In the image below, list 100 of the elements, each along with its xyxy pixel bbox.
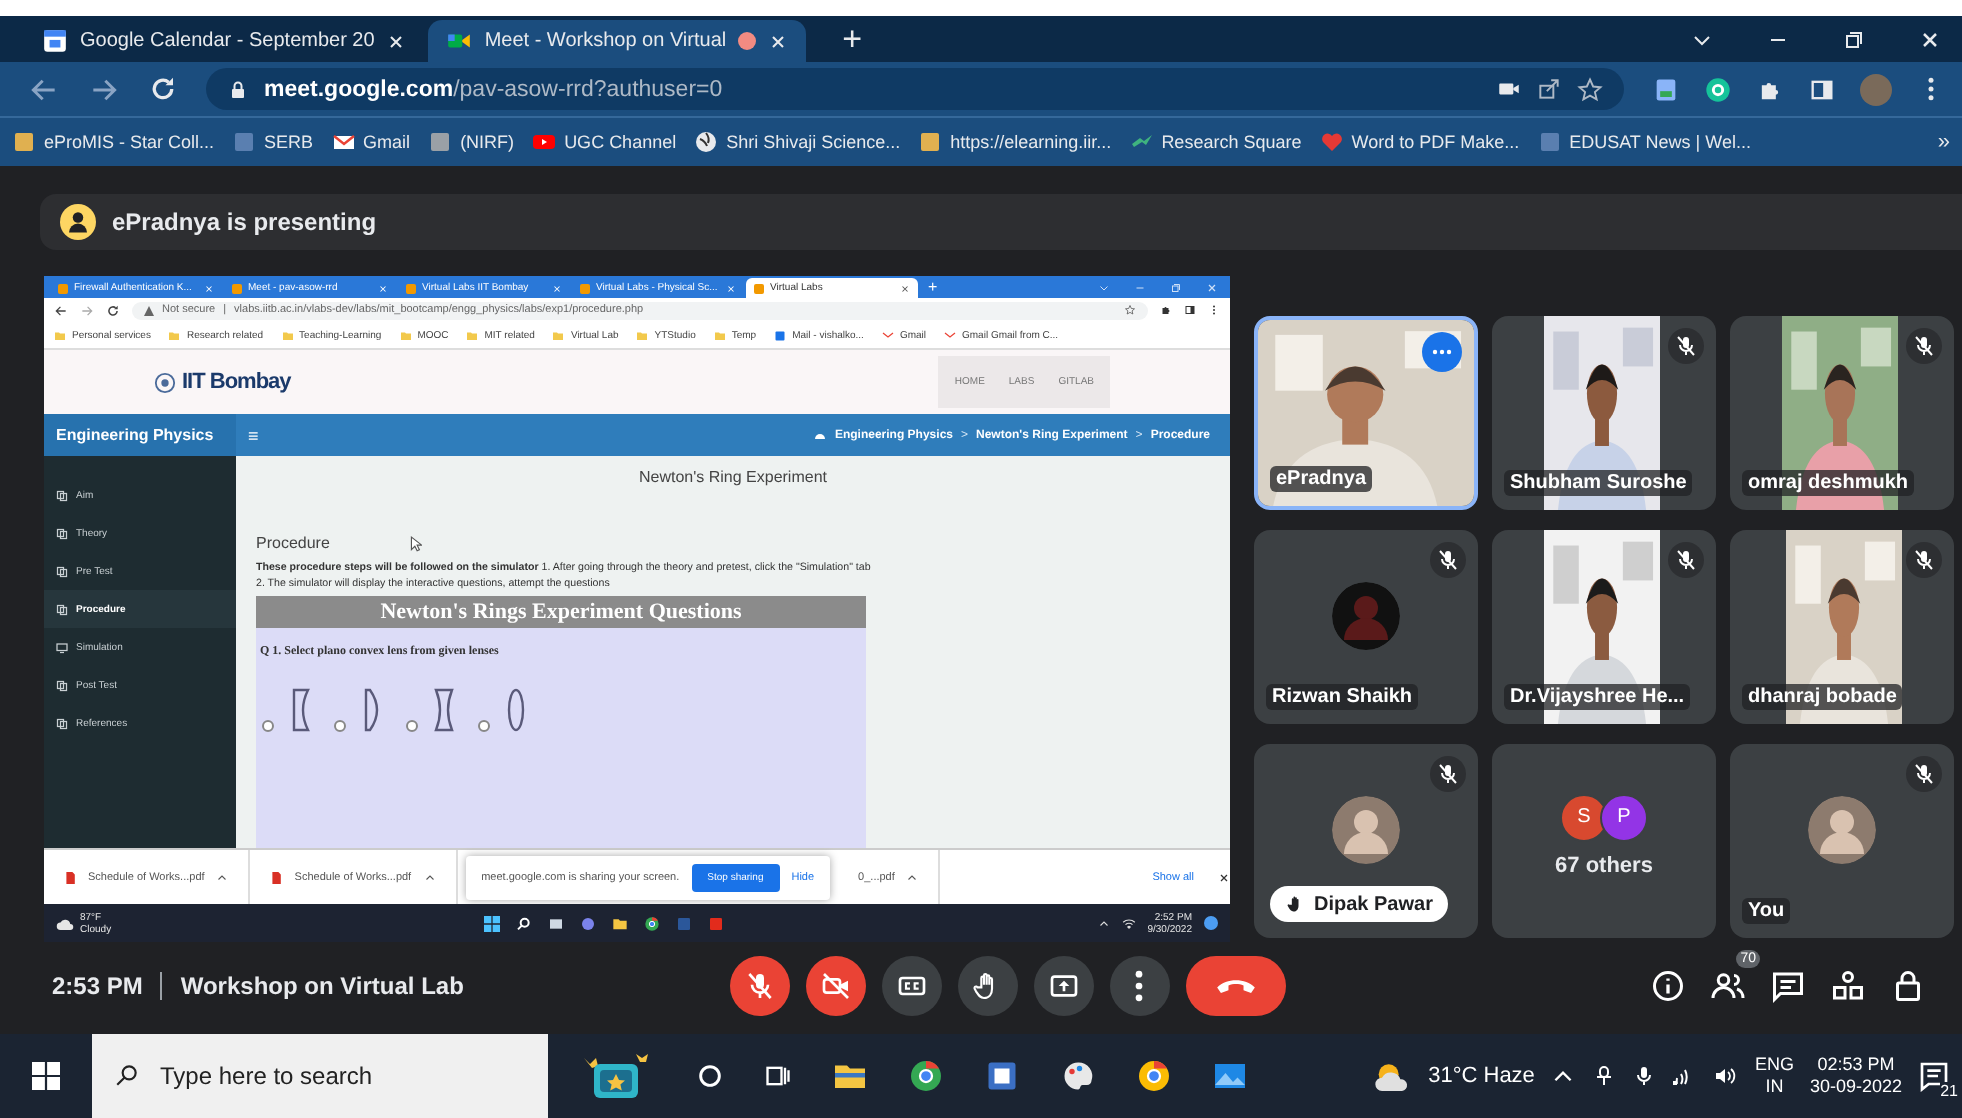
folder-icon[interactable]	[612, 915, 629, 931]
lock-icon	[226, 77, 250, 101]
others-count: 67 others	[1555, 853, 1653, 877]
cloud-icon	[56, 917, 74, 929]
search-icon[interactable]	[516, 915, 533, 931]
folder-icon	[54, 329, 66, 341]
bookmark[interactable]: eProMIS - Star Coll...	[12, 130, 215, 154]
participant-name: Rizwan Shaikh	[1266, 684, 1419, 710]
leave-call-button[interactable]	[1185, 956, 1285, 1016]
bookmark[interactable]: Gmail	[331, 130, 411, 154]
wifi-icon	[1121, 917, 1136, 929]
circle-icon[interactable]	[696, 1062, 724, 1090]
host-controls-button[interactable]	[1890, 968, 1926, 1004]
camera-button[interactable]	[805, 956, 865, 1016]
microphone-button[interactable]	[729, 956, 789, 1016]
radio-button[interactable]	[478, 720, 490, 732]
close-icon[interactable]	[1218, 871, 1230, 883]
speaker-icon[interactable]	[1712, 1064, 1739, 1088]
bookmark-icon	[944, 329, 956, 341]
pages-icon	[56, 717, 68, 729]
more-options-button[interactable]	[1109, 956, 1169, 1016]
participant-name: dhanraj bobade	[1742, 684, 1903, 710]
participant-name: omraj deshmukh	[1742, 470, 1915, 496]
address-bar[interactable]: meet.google.com/pav-asow-rrd?authuser=0	[206, 68, 1624, 110]
bookmark[interactable]: SERB	[232, 130, 314, 154]
search-field[interactable]: Type here to search	[92, 1034, 548, 1118]
star-icon[interactable]	[1124, 304, 1136, 316]
bookmark[interactable]: Shri Shivaji Science...	[694, 130, 901, 154]
people-button[interactable]	[1710, 968, 1746, 1004]
bookmark[interactable]: (NIRF)	[428, 130, 515, 154]
restore-icon[interactable]	[1842, 27, 1866, 51]
new-tab-button[interactable]: +	[826, 19, 879, 59]
info-button[interactable]	[1650, 968, 1686, 1004]
bookmark[interactable]: UGC Channel	[532, 130, 677, 154]
close-icon[interactable]	[768, 31, 789, 51]
present-button[interactable]	[1033, 956, 1093, 1016]
people-icon	[1710, 968, 1746, 1004]
activities-icon	[1830, 968, 1866, 1004]
bookmark-icon	[428, 130, 453, 154]
bookmark[interactable]: Research Square	[1129, 130, 1302, 154]
browser-icon[interactable]	[1136, 1058, 1172, 1094]
start-icon[interactable]	[32, 1062, 60, 1090]
presenter-icon	[60, 204, 96, 240]
site-logo: IIT Bombay	[182, 370, 291, 394]
close-icon[interactable]	[386, 31, 407, 51]
side-panel-icon[interactable]	[1184, 304, 1196, 316]
monitor-icon	[56, 641, 68, 653]
photos-icon[interactable]	[1212, 1058, 1248, 1094]
microphone-icon[interactable]	[1632, 1064, 1657, 1088]
folder-icon	[636, 329, 649, 341]
microphone-muted-icon	[743, 970, 775, 1002]
back-icon[interactable]	[54, 303, 68, 317]
more-icon	[1134, 970, 1144, 1002]
radio-button[interactable]	[262, 720, 274, 732]
close-icon[interactable]	[1918, 27, 1942, 51]
pdf-icon[interactable]	[708, 915, 725, 931]
folder-icon	[281, 329, 294, 341]
document-icon[interactable]	[984, 1058, 1020, 1094]
reload-icon[interactable]	[148, 74, 178, 104]
chevron-up-icon	[423, 871, 436, 883]
browser-tab[interactable]: Google Calendar - September 20	[24, 20, 425, 62]
reload-icon[interactable]	[106, 303, 120, 317]
language-indicator[interactable]: ENG IN	[1754, 1054, 1794, 1098]
star-icon[interactable]	[1576, 75, 1604, 103]
phone-hang-up-icon	[1215, 978, 1255, 994]
folder-icon	[168, 329, 181, 341]
side-panel-icon[interactable]	[1808, 75, 1836, 103]
folder-icon	[399, 329, 412, 341]
raise-hand-button[interactable]	[957, 956, 1017, 1016]
participant-name: You	[1742, 898, 1791, 924]
browser-icon[interactable]	[908, 1058, 944, 1094]
paint-palette-icon[interactable]	[1060, 1058, 1096, 1094]
more-bookmarks-button[interactable]: »	[1937, 130, 1950, 154]
clock-date: 30-09-2022	[1809, 1076, 1902, 1098]
radio-button[interactable]	[334, 720, 346, 732]
captions-button[interactable]	[881, 956, 941, 1016]
menu-button[interactable]: ≡	[236, 425, 271, 445]
grammar-icon[interactable]	[1704, 75, 1732, 103]
browser-tab[interactable]: Meet - Workshop on Virtual	[428, 20, 807, 62]
folder-icon	[466, 329, 479, 341]
start-icon[interactable]	[484, 915, 501, 931]
radio-button[interactable]	[406, 720, 418, 732]
pdf-file-icon	[64, 871, 76, 883]
pages-icon	[56, 565, 68, 577]
browser-icon[interactable]	[644, 915, 661, 931]
puzzle-icon[interactable]	[1160, 304, 1172, 316]
bookmark-icon	[532, 130, 557, 154]
activities-button[interactable]	[1830, 968, 1866, 1004]
folder-icon	[713, 329, 726, 341]
avatar-letter: S	[1559, 793, 1608, 841]
chevron-up-icon[interactable]	[1097, 917, 1110, 929]
cursor-icon	[409, 535, 422, 551]
meeting-time: 2:53 PM	[52, 972, 163, 1000]
bookmark[interactable]: EDUSAT News | Wel...	[1537, 130, 1751, 154]
share-icon[interactable]	[1536, 76, 1562, 102]
extension-icon[interactable]	[1652, 75, 1680, 103]
bookmark[interactable]: Word to PDF Make...	[1319, 130, 1520, 154]
chevron-up-icon	[216, 871, 229, 883]
new-tab-button[interactable]: +	[920, 278, 946, 298]
bookmark[interactable]: https://elearning.iir...	[918, 130, 1112, 154]
